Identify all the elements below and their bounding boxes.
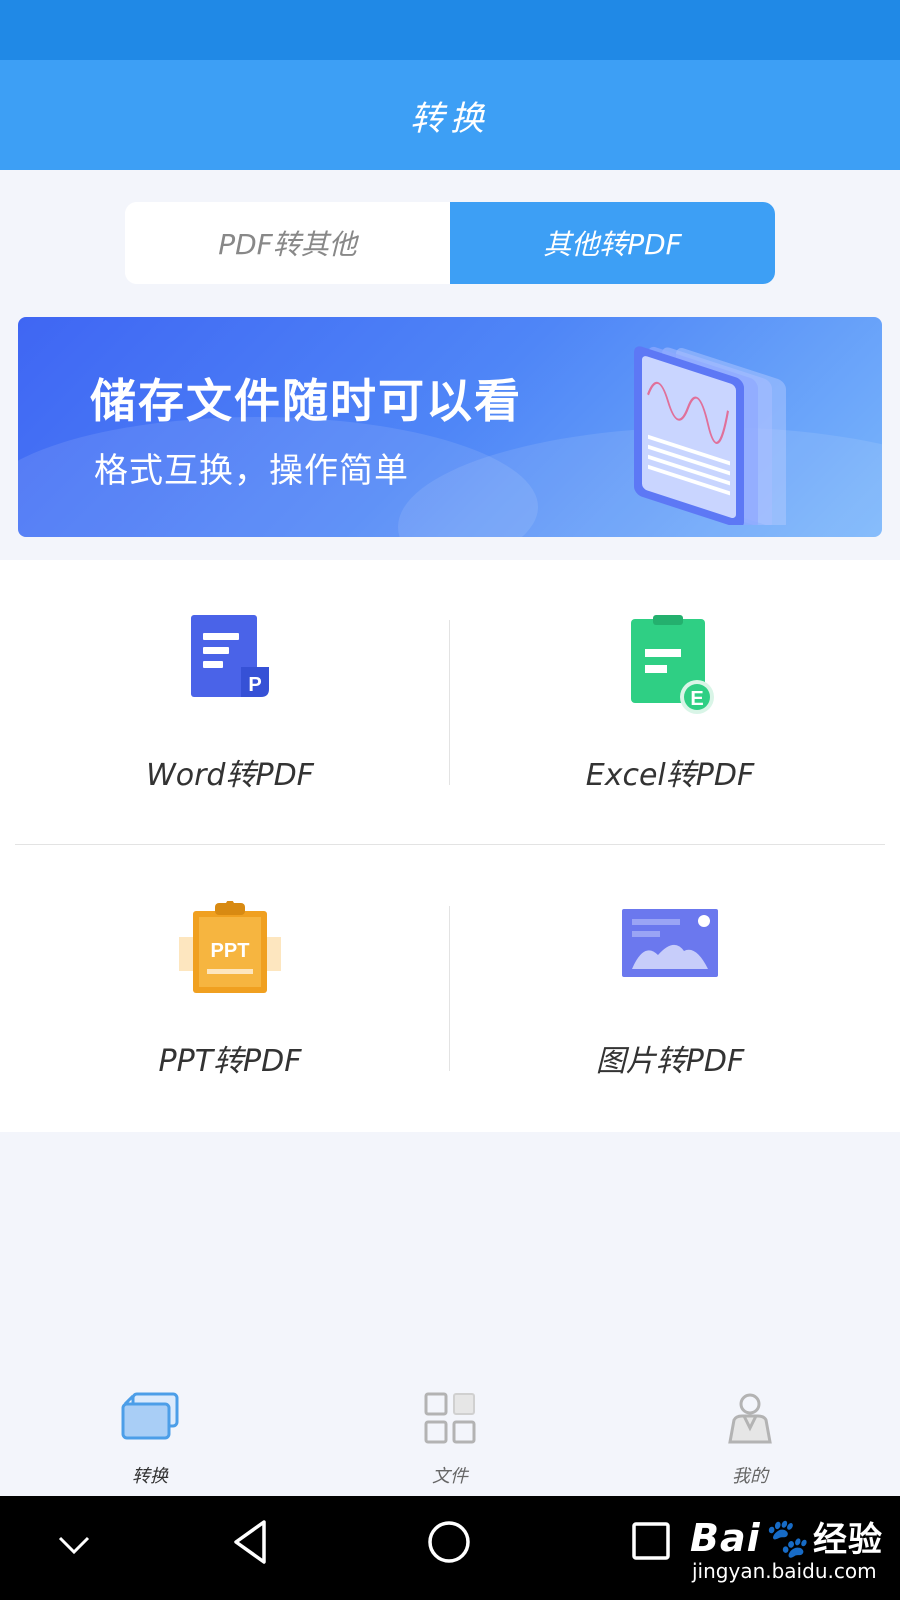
banner-subline: 格式互换，操作简单	[94, 451, 409, 491]
tab-profile[interactable]: 我的	[600, 1378, 900, 1496]
watermark-brand-cn: 经验	[812, 1520, 883, 1560]
baidu-jingyan-watermark: Bai🐾 经验 jingyan.baidu.com	[690, 1512, 883, 1583]
convert-icon	[121, 1392, 179, 1440]
ppt-to-pdf-button[interactable]: PPT PPT转PDF	[10, 846, 450, 1106]
excel-clipboard-icon: E	[631, 615, 714, 714]
tab-convert-label: 转换	[132, 1466, 168, 1487]
excel-to-pdf-button[interactable]: E Excel转PDF	[450, 560, 890, 820]
word-doc-icon: P	[191, 615, 269, 697]
ppt-badge-text: PPT	[211, 940, 250, 962]
ppt-clipboard-icon: PPT	[179, 901, 281, 993]
image-to-pdf-label: 图片转PDF	[595, 1044, 745, 1079]
paw-icon: 🐾	[760, 1516, 809, 1560]
promo-banner[interactable]: 储存文件随时可以看 格式互换，操作简单	[18, 317, 882, 537]
chevron-down-icon[interactable]	[54, 1530, 94, 1560]
recents-square-icon[interactable]	[630, 1520, 674, 1564]
back-triangle-icon[interactable]	[228, 1518, 272, 1566]
bottom-tab-bar: 转换 文件 我的	[0, 1378, 900, 1496]
grid-icon	[424, 1392, 476, 1444]
word-badge-letter: P	[248, 674, 261, 696]
grid-divider	[15, 844, 885, 845]
image-to-pdf-button[interactable]: 图片转PDF	[450, 846, 890, 1106]
watermark-site: jingyan.baidu.com	[692, 1559, 877, 1583]
image-icon	[622, 909, 718, 977]
tab-files-label: 文件	[432, 1466, 468, 1487]
watermark-brand: Bai	[690, 1516, 761, 1560]
ppt-to-pdf-label: PPT转PDF	[158, 1044, 302, 1079]
conversion-mode-toggle: PDF转其他 其他转PDF	[125, 202, 775, 284]
tab-convert[interactable]: 转换	[0, 1378, 300, 1496]
document-stack-illustration	[634, 346, 786, 525]
user-icon	[728, 1393, 772, 1444]
tab-other-to-pdf[interactable]: 其他转PDF	[450, 202, 775, 284]
excel-to-pdf-label: Excel转PDF	[585, 758, 755, 793]
banner-headline: 储存文件随时可以看	[90, 374, 522, 428]
converter-grid: P Word转PDF E Excel转PDF PPT PPT转PDF 图片转PD…	[0, 560, 900, 1132]
system-navigation-bar: Bai🐾 经验 jingyan.baidu.com	[0, 1496, 900, 1600]
title-bar: 转换	[0, 60, 900, 170]
status-bar	[0, 0, 900, 60]
tab-profile-label: 我的	[732, 1466, 768, 1487]
tab-files[interactable]: 文件	[300, 1378, 600, 1496]
word-to-pdf-label: Word转PDF	[146, 758, 314, 793]
page-title: 转换	[410, 98, 490, 139]
excel-badge-letter: E	[690, 688, 703, 710]
home-circle-icon[interactable]	[425, 1518, 473, 1566]
word-to-pdf-button[interactable]: P Word转PDF	[10, 560, 450, 820]
tab-pdf-to-other[interactable]: PDF转其他	[125, 202, 450, 284]
